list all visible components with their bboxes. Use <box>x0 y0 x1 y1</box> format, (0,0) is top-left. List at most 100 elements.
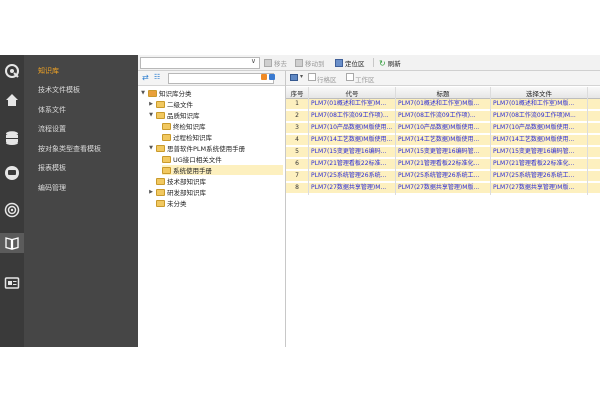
main-area: ∨ 移去 移动到 定位区 ↻ 刷新 ⇄ ☷ ▼ 知识库分类 ▶ 二级文件 ▼ 品… <box>138 55 600 347</box>
column-header-file[interactable]: 选择文件 <box>491 88 587 98</box>
tree-search-input[interactable] <box>168 73 274 84</box>
broadcast-icon[interactable] <box>2 200 22 220</box>
cell-title: PLM7(10产品数据)M版使用... <box>398 124 480 131</box>
brand-icon[interactable] <box>2 61 22 81</box>
tree-node-process-inspection[interactable]: 过程检知识库 <box>162 132 212 142</box>
filter-icon[interactable]: ☷ <box>154 73 160 81</box>
tree-node-unclassified[interactable]: 未分类 <box>156 198 187 208</box>
cell-file: PLM7(01概述和工作室)M版... <box>493 100 575 107</box>
nav-item-system-files[interactable]: 体系文件 <box>38 105 66 115</box>
cell-index: 8 <box>295 184 299 191</box>
nav-item-knowledge-base[interactable]: 知识库 <box>38 66 59 76</box>
tree-node-label: 研发部知识库 <box>167 189 206 197</box>
work-area-checkbox[interactable] <box>346 73 354 81</box>
table-row[interactable]: 7 PLM7(25系统管理26系统... PLM7(25系统管理26系统工... PL… <box>286 171 600 181</box>
move-to-button[interactable]: 移动到 <box>295 58 325 68</box>
cell-title: PLM7(15变更管理16编码管... <box>398 148 480 155</box>
chat-icon[interactable] <box>2 163 22 183</box>
cell-code: PLM7(08工作流09工作项)... <box>311 112 389 119</box>
cell-index: 7 <box>295 172 299 179</box>
column-divider <box>587 87 588 195</box>
database-icon[interactable] <box>2 128 22 148</box>
table-body: 1 PLM7(01概述和工作室)M... PLM7(01概述和工作室)M版... PL… <box>286 99 600 199</box>
collapse-icon[interactable]: ▼ <box>148 112 154 118</box>
column-divider <box>395 87 396 195</box>
tree-node-label: 技术部知识库 <box>167 178 206 186</box>
locate-label: 定位区 <box>345 60 365 68</box>
cell-title: PLM7(27数据共享管理)M版... <box>398 184 480 191</box>
tree-node-label: 过程检知识库 <box>173 134 212 142</box>
category-select[interactable]: ∨ <box>140 57 260 69</box>
add-icon[interactable] <box>261 74 267 80</box>
top-toolbar: ∨ 移去 移动到 定位区 ↻ 刷新 <box>138 55 600 71</box>
cell-index: 1 <box>295 100 299 107</box>
work-area-label: 工作区 <box>355 76 375 84</box>
tree-node-label: 未分类 <box>167 200 187 208</box>
cell-title: PLM7(14工艺数据)M版使用... <box>398 136 480 143</box>
refresh-label: 刷新 <box>387 60 401 68</box>
column-divider <box>308 87 309 195</box>
column-header-title[interactable]: 标题 <box>396 88 490 98</box>
tree-node-quality-kb[interactable]: ▼ 品质知识库 <box>148 110 200 120</box>
tree-node-tech-dept-kb[interactable]: 技术部知识库 <box>156 176 206 186</box>
row-group-checkbox[interactable] <box>308 73 316 81</box>
toolbar-divider <box>373 58 374 67</box>
tree-node-system-manual[interactable]: 系统使用手册 <box>162 165 283 175</box>
cell-title: PLM7(21管理看板22标准化... <box>398 160 480 167</box>
cell-file: PLM7(14工艺数据)M版使用... <box>493 136 575 143</box>
tree-node-final-inspection[interactable]: 终检知识库 <box>162 121 206 131</box>
table-row[interactable]: 6 PLM7(21管理看板22标准... PLM7(21管理看板22标准化... PL… <box>286 159 600 169</box>
table-row[interactable]: 8 PLM7(27数据共享管理)M... PLM7(27数据共享管理)M版... PL… <box>286 183 600 193</box>
tree-node-plm-manual[interactable]: ▼ 思普软件PLM系统使用手册 <box>148 143 245 153</box>
tree-node-label: 思普软件PLM系统使用手册 <box>167 145 246 153</box>
folder-open-icon <box>156 111 165 119</box>
nav-item-template-by-type[interactable]: 按对象类型查看模板 <box>38 144 101 154</box>
app-window: 知识库 技术文件模板 体系文件 流程设置 按对象类型查看模板 报表模板 编码管理… <box>0 55 600 347</box>
cell-file: PLM7(25系统管理26系统工... <box>493 172 575 179</box>
nav-item-process-settings[interactable]: 流程设置 <box>38 124 66 134</box>
nav-item-code-management[interactable]: 编码管理 <box>38 183 66 193</box>
tree-node-secondary-files[interactable]: ▶ 二级文件 <box>148 99 193 109</box>
table-row[interactable]: 5 PLM7(15变更管理16编码... PLM7(15变更管理16编码管... PL… <box>286 147 600 157</box>
nav-item-report-template[interactable]: 报表模板 <box>38 163 66 173</box>
book-icon[interactable] <box>0 233 24 253</box>
expand-icon[interactable]: ▶ <box>148 189 154 195</box>
move-up-button[interactable]: 移去 <box>264 58 287 68</box>
folder-icon <box>162 155 171 163</box>
column-header-index[interactable]: 序号 <box>286 88 308 98</box>
move-out-icon <box>264 59 272 67</box>
tree-node-root[interactable]: ▼ 知识库分类 <box>140 88 192 98</box>
refresh-button[interactable]: ↻ 刷新 <box>379 58 401 69</box>
chevron-down-icon[interactable]: ▾ <box>300 73 303 80</box>
column-header-code[interactable]: 代号 <box>309 88 395 98</box>
cell-index: 4 <box>295 136 299 143</box>
folder-icon <box>162 122 171 130</box>
cell-index: 2 <box>295 112 299 119</box>
table-row[interactable]: 1 PLM7(01概述和工作室)M... PLM7(01概述和工作室)M版... PL… <box>286 99 600 109</box>
cell-code: PLM7(15变更管理16编码... <box>311 148 387 155</box>
collapse-icon[interactable]: ▼ <box>148 145 154 151</box>
locate-button[interactable]: 定位区 <box>335 58 365 68</box>
expand-icon[interactable]: ▶ <box>148 101 154 107</box>
chevron-down-icon: ∨ <box>250 57 256 65</box>
table-row[interactable]: 3 PLM7(10产品数据)M版使用... PLM7(10产品数据)M版使用... P… <box>286 123 600 133</box>
cell-index: 3 <box>295 124 299 131</box>
collapse-icon[interactable]: ▼ <box>140 90 146 96</box>
next-icon[interactable] <box>269 74 275 80</box>
tree-node-ug-interface[interactable]: UG接口相关文件 <box>162 154 222 164</box>
category-tree-panel: ⇄ ☷ ▼ 知识库分类 ▶ 二级文件 ▼ 品质知识库 终检知识库 过程检知识库 … <box>138 71 286 347</box>
nav-item-tech-file-template[interactable]: 技术文件模板 <box>38 85 80 95</box>
tree-node-label: 品质知识库 <box>167 112 200 120</box>
column-settings-icon[interactable] <box>290 74 298 81</box>
folder-icon <box>156 188 165 196</box>
home-icon[interactable] <box>2 90 22 110</box>
id-card-icon[interactable] <box>2 273 22 293</box>
cell-file: PLM7(27数据共享管理)M版... <box>493 184 575 191</box>
tree-node-label: UG接口相关文件 <box>173 156 222 164</box>
folder-icon <box>162 133 171 141</box>
sync-icon[interactable]: ⇄ <box>142 73 149 82</box>
table-row[interactable]: 2 PLM7(08工作流09工作项)... PLM7(08工作流09工作项)... P… <box>286 111 600 121</box>
table-row[interactable]: 4 PLM7(14工艺数据)M版使用... PLM7(14工艺数据)M版使用... P… <box>286 135 600 145</box>
tree-node-rd-dept-kb[interactable]: ▶ 研发部知识库 <box>148 187 206 197</box>
grid-toolbar: ▾ 行格区 工作区 <box>286 71 600 86</box>
